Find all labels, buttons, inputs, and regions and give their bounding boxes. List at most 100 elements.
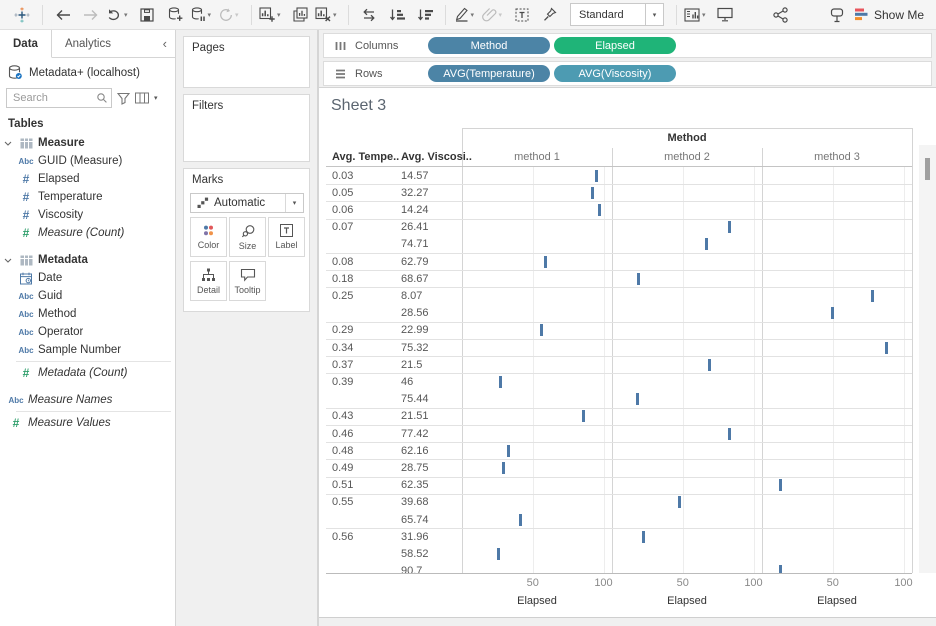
clear-sheet-button[interactable]: ▾ <box>315 3 341 27</box>
gantt-mark[interactable] <box>779 479 782 491</box>
label-button[interactable]: Label <box>268 217 305 257</box>
gantt-mark[interactable] <box>831 307 834 319</box>
chevron-down-icon[interactable]: ▾ <box>285 194 303 212</box>
filters-shelf[interactable]: Filters <box>183 94 310 162</box>
field-item-metadata[interactable]: Metadata <box>0 251 175 269</box>
gantt-mark[interactable] <box>678 496 681 508</box>
expand-collapse-icon[interactable] <box>2 258 14 263</box>
gantt-mark[interactable] <box>499 376 502 388</box>
replay-button[interactable]: ▾ <box>106 3 132 27</box>
field-item-date[interactable]: Date <box>0 269 175 287</box>
gantt-mark[interactable] <box>642 531 645 543</box>
gantt-mark[interactable] <box>871 290 874 302</box>
gantt-mark[interactable] <box>582 410 585 422</box>
field-item-temperature[interactable]: #Temperature <box>0 188 175 206</box>
size-button[interactable]: Size <box>229 217 266 257</box>
columns-pill-method[interactable]: Method <box>428 37 550 54</box>
highlight-button[interactable]: ▾ <box>453 3 479 27</box>
field-item-measure-count[interactable]: #Measure (Count) <box>0 224 175 242</box>
field-item-guid[interactable]: AbcGuid <box>0 287 175 305</box>
pages-shelf[interactable]: Pages <box>183 36 310 88</box>
show-me-button[interactable]: Show Me <box>855 8 924 22</box>
gantt-mark[interactable] <box>636 393 639 405</box>
group-members-button[interactable]: ▾ <box>481 3 507 27</box>
chevron-down-icon[interactable]: ▾ <box>499 11 507 19</box>
field-item-operator[interactable]: AbcOperator <box>0 323 175 341</box>
gantt-mark[interactable] <box>708 359 711 371</box>
chevron-down-icon[interactable]: ▾ <box>277 11 285 19</box>
tooltip-button[interactable]: Tooltip <box>229 261 266 301</box>
fit-selector[interactable]: Standard▾ <box>570 3 664 26</box>
view-as-grid-icon[interactable] <box>135 88 149 108</box>
columns-pill-elapsed[interactable]: Elapsed <box>554 37 676 54</box>
collapse-pane-button[interactable]: ‹ <box>155 30 175 57</box>
chevron-down-icon[interactable]: ▾ <box>124 11 132 19</box>
duplicate-button[interactable] <box>287 3 313 27</box>
gantt-mark[interactable] <box>540 324 543 336</box>
redo-button[interactable] <box>78 3 104 27</box>
field-item-metadata-count[interactable]: #Metadata (Count) <box>0 364 175 382</box>
filter-fields-icon[interactable] <box>117 88 130 108</box>
new-worksheet-button[interactable]: ▾ <box>259 3 285 27</box>
columns-shelf[interactable]: Columns MethodElapsed <box>323 33 932 58</box>
chevron-down-icon[interactable]: ▾ <box>208 11 216 19</box>
fix-axes-button[interactable] <box>537 3 563 27</box>
sort-descending-button[interactable] <box>412 3 438 27</box>
gantt-mark[interactable] <box>779 565 782 573</box>
gantt-mark[interactable] <box>502 462 505 474</box>
gantt-mark[interactable] <box>728 221 731 233</box>
color-button[interactable]: Color <box>190 217 227 257</box>
panel-header-method-2[interactable]: method 2 <box>612 151 762 163</box>
panel-header-method-3[interactable]: method 3 <box>762 151 912 163</box>
panel-header-method-1[interactable]: method 1 <box>462 151 612 163</box>
expand-collapse-icon[interactable] <box>2 141 14 146</box>
chevron-down-icon[interactable]: ▾ <box>333 11 341 19</box>
save-button[interactable] <box>134 3 160 27</box>
show-hide-cards-button[interactable]: ▾ <box>684 3 710 27</box>
chevron-down-icon[interactable]: ▾ <box>645 4 663 25</box>
field-item-guid-measure[interactable]: AbcGUID (Measure) <box>0 152 175 170</box>
show-mark-labels-button[interactable] <box>509 3 535 27</box>
data-source-row[interactable]: Metadata+ (localhost) <box>0 58 175 85</box>
undo-button[interactable] <box>50 3 76 27</box>
chevron-down-icon[interactable]: ▾ <box>471 11 479 19</box>
chevron-down-icon[interactable]: ▾ <box>235 11 243 19</box>
gantt-mark[interactable] <box>885 342 888 354</box>
pause-auto-updates-button[interactable]: ▾ <box>190 3 216 27</box>
detail-button[interactable]: Detail <box>190 261 227 301</box>
chevron-down-icon[interactable]: ▾ <box>702 11 710 19</box>
rows-pill-avg-viscosity[interactable]: AVG(Viscosity) <box>554 65 676 82</box>
gantt-mark[interactable] <box>497 548 500 560</box>
gantt-mark[interactable] <box>595 170 598 182</box>
run-update-button[interactable]: ▾ <box>218 3 244 27</box>
vertical-scrollbar[interactable] <box>919 145 936 573</box>
gantt-mark[interactable] <box>544 256 547 268</box>
tooltip-placard-button[interactable] <box>824 3 850 27</box>
field-item-measure-values[interactable]: #Measure Values <box>0 414 175 432</box>
presentation-mode-button[interactable] <box>712 3 738 27</box>
field-item-sample-number[interactable]: AbcSample Number <box>0 341 175 359</box>
gantt-mark[interactable] <box>507 445 510 457</box>
swap-rows-columns-button[interactable] <box>356 3 382 27</box>
gantt-mark[interactable] <box>598 204 601 216</box>
share-button[interactable] <box>768 3 794 27</box>
mark-type-dropdown[interactable]: Automatic ▾ <box>190 193 304 213</box>
rows-pill-avg-temperature[interactable]: AVG(Temperature) <box>428 65 550 82</box>
gantt-mark[interactable] <box>705 238 708 250</box>
new-data-source-button[interactable] <box>162 3 188 27</box>
rows-shelf[interactable]: Rows AVG(Temperature)AVG(Viscosity) <box>323 61 932 86</box>
field-item-measure-names[interactable]: AbcMeasure Names <box>0 391 175 409</box>
sort-ascending-button[interactable] <box>384 3 410 27</box>
gantt-mark[interactable] <box>519 514 522 526</box>
tab-data[interactable]: Data <box>0 30 52 58</box>
field-item-method[interactable]: AbcMethod <box>0 305 175 323</box>
tab-analytics[interactable]: Analytics <box>52 30 124 57</box>
field-item-elapsed[interactable]: #Elapsed <box>0 170 175 188</box>
gantt-mark[interactable] <box>637 273 640 285</box>
gantt-mark[interactable] <box>728 428 731 440</box>
chevron-down-icon[interactable]: ▾ <box>154 88 158 108</box>
field-item-viscosity[interactable]: #Viscosity <box>0 206 175 224</box>
field-item-measure[interactable]: Measure <box>0 134 175 152</box>
scrollbar-thumb[interactable] <box>925 158 930 180</box>
gantt-mark[interactable] <box>591 187 594 199</box>
